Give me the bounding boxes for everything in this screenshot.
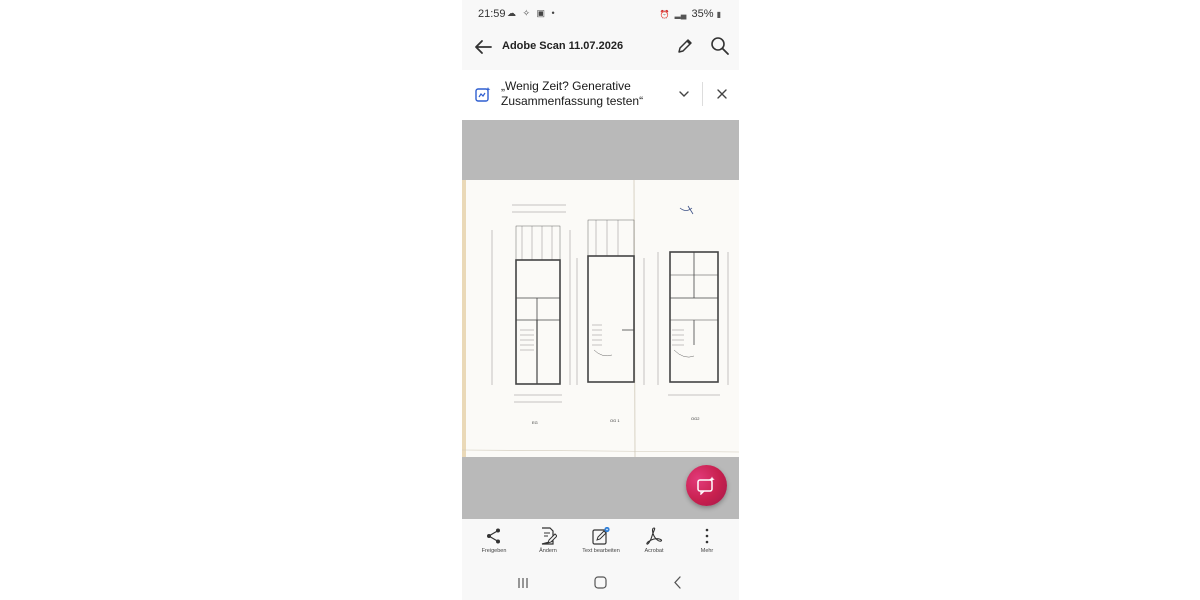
notification-icons: ☁ ✧ ▣ • bbox=[507, 8, 557, 18]
more-icon bbox=[705, 528, 709, 544]
system-back-icon[interactable] bbox=[672, 576, 684, 589]
ai-assistant-icon bbox=[697, 476, 715, 495]
back-arrow-icon[interactable] bbox=[472, 36, 494, 58]
modify-label: Ändern bbox=[539, 548, 557, 554]
ai-assistant-button[interactable] bbox=[686, 465, 727, 506]
acrobat-label: Acrobat bbox=[644, 548, 664, 554]
battery-level: 35% bbox=[691, 8, 714, 20]
bottom-toolbar: Freigeben Ändern Text bearbeiten Acrobat… bbox=[462, 519, 739, 564]
summary-banner[interactable]: „Wenig Zeit? Generative Zusammenfassung … bbox=[462, 70, 739, 120]
phone-screen: 21:59 ☁ ✧ ▣ • ⏰ ▂▄ 35% ▮ Adobe Scan 11.0… bbox=[462, 0, 739, 600]
more-label: Mehr bbox=[700, 548, 714, 554]
recent-apps-icon[interactable] bbox=[517, 577, 529, 589]
edit-text-label: Text bearbeiten bbox=[582, 548, 620, 554]
document-viewer[interactable]: EG OG 1 OG2 bbox=[462, 120, 739, 519]
edit-text-icon bbox=[592, 527, 610, 545]
system-nav-bar bbox=[462, 564, 739, 600]
search-icon[interactable] bbox=[710, 36, 730, 56]
chevron-down-icon[interactable] bbox=[678, 88, 690, 100]
acrobat-icon bbox=[646, 527, 663, 545]
modify-button[interactable]: Ändern bbox=[521, 527, 575, 554]
modify-icon bbox=[541, 527, 557, 545]
share-icon bbox=[487, 528, 500, 544]
close-icon[interactable] bbox=[716, 88, 728, 100]
home-icon[interactable] bbox=[594, 576, 607, 589]
pencil-icon[interactable] bbox=[676, 37, 694, 55]
battery-icon: ▮ bbox=[716, 10, 721, 19]
status-time: 21:59 bbox=[478, 8, 506, 20]
document-title[interactable]: Adobe Scan 11.07.2026 bbox=[502, 40, 623, 52]
scanned-page[interactable]: EG OG 1 OG2 bbox=[462, 180, 739, 457]
share-label: Freigeben bbox=[481, 548, 507, 554]
app-bar: Adobe Scan 11.07.2026 bbox=[462, 28, 739, 70]
acrobat-button[interactable]: Acrobat bbox=[627, 527, 681, 554]
plan-label-og1: OG 1 bbox=[610, 418, 620, 423]
alarm-icon: ⏰ bbox=[659, 10, 670, 19]
status-bar: 21:59 ☁ ✧ ▣ • ⏰ ▂▄ 35% ▮ bbox=[462, 0, 739, 28]
ai-summary-icon bbox=[475, 87, 491, 102]
signal-icon: ▂▄ bbox=[674, 10, 687, 19]
banner-line-1: „Wenig Zeit? Generative bbox=[501, 79, 631, 93]
banner-line-2: Zusammenfassung testen“ bbox=[501, 94, 644, 108]
edit-text-button[interactable]: Text bearbeiten bbox=[574, 527, 628, 554]
more-button[interactable]: Mehr bbox=[680, 527, 734, 554]
banner-text: „Wenig Zeit? Generative Zusammenfassung … bbox=[501, 79, 661, 109]
plan-label-og2: OG2 bbox=[691, 416, 700, 421]
plan-label-eg: EG bbox=[532, 420, 538, 425]
status-right: ⏰ ▂▄ 35% ▮ bbox=[660, 8, 723, 20]
share-button[interactable]: Freigeben bbox=[467, 527, 521, 554]
banner-divider bbox=[702, 82, 703, 106]
